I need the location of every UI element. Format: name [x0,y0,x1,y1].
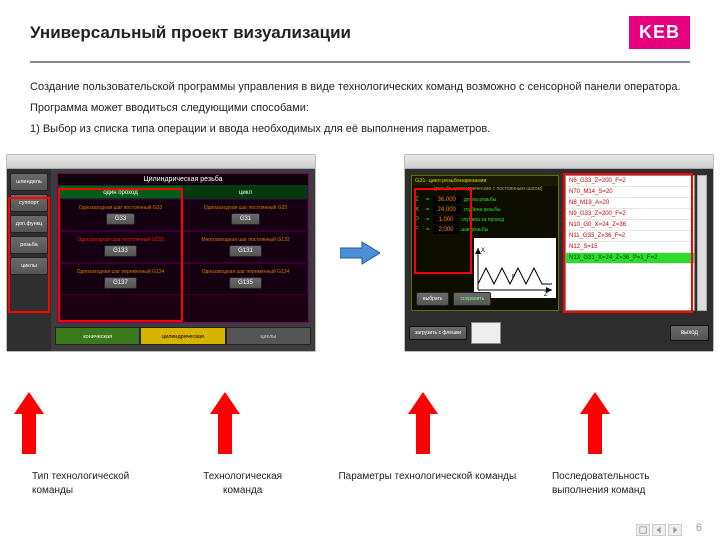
cell-g137-left[interactable]: Однозаходная шаг переменный G134 G137 [58,263,183,295]
code-line[interactable]: N70_M14_S=20 [566,187,694,198]
gcode-button-g131[interactable]: G131 [229,245,262,257]
code-line[interactable]: N10_G0_X=24_Z=36 [566,220,694,231]
thread-panel-title: Цилиндрическая резьба [58,174,308,185]
callout-arrow-3 [408,392,438,459]
param-desc: длина резьбы [464,197,496,203]
cell-label: Многозаходная шаг постоянный G133 [201,237,289,243]
cell-label: Однозаходная шаг постоянный G33 [204,205,287,211]
gcode-button-g31[interactable]: G31 [231,213,260,225]
sidebar-item-extra[interactable]: доп.функц [10,215,48,233]
callout-arrow-1 [14,392,44,459]
svg-text:X: X [481,248,485,254]
caption-parameters: Параметры технологической команды [337,470,517,497]
param-letter: P [415,217,423,223]
tab-cycles[interactable]: циклы [226,327,311,345]
sidebar-item-support[interactable]: суппорт [10,194,48,212]
param-desc: глубина за проход [462,217,504,223]
param-letter: F [415,227,423,233]
cell-g33-left[interactable]: Однозаходная шаг постоянный G33 G33 [58,199,183,231]
param-value-input[interactable]: 1,000 [433,216,459,224]
tab-cylindrical[interactable]: цилиндрическая [140,327,225,345]
callout-arrow-4 [580,392,610,459]
code-line[interactable]: N12_S=15 [566,242,694,253]
cell-label: Однозаходная шаг переменный G134 [202,269,290,275]
param-value-input[interactable]: 2,000 [433,226,459,234]
thread-panel: Цилиндрическая резьба один проход цикл О… [57,173,309,323]
param-row-z: Z= 36,000 длина резьбы [415,196,555,204]
g31-panel-subtitle: (резьба цилиндрическая с постоянным шаго… [412,186,558,194]
column-head-single-pass: один проход [58,185,183,199]
param-value-input[interactable]: 36,000 [433,196,461,204]
param-letter: X [415,207,423,213]
save-button[interactable]: сохранить [453,292,491,306]
nav-prev-button[interactable] [652,524,666,536]
param-row-x: X= 24,000 глубина резьбы [415,206,555,214]
sidebar-item-cycles[interactable]: циклы [10,257,48,275]
cell-label: Однозаходная шаг переменный G134 [77,269,165,275]
svg-text:Z: Z [544,292,548,298]
column-head-cycle: цикл [183,185,308,199]
gcode-button-g135[interactable]: G135 [229,277,262,289]
code-line[interactable]: N6_G33_Z=200_F=2 [566,176,694,187]
code-line[interactable]: N8_M19_A=20 [566,198,694,209]
sidebar-item-thread[interactable]: резьба [10,236,48,254]
callout-arrow-2 [210,392,240,459]
cell-g135-right[interactable]: Однозаходная шаг переменный G134 G135 [183,263,308,295]
gcode-button-g33[interactable]: G33 [106,213,135,225]
caption-sequence: Последовательность выполнения команд [552,470,702,497]
param-desc: шаг резьбы [462,227,489,233]
load-from-usb-button[interactable]: загрузить с флешки [409,326,467,340]
cell-g31-right[interactable]: Однозаходная шаг постоянный G33 G31 [183,199,308,231]
param-letter: Z [415,197,423,203]
gcode-button-g133[interactable]: G133 [104,245,137,257]
tab-conical[interactable]: коническая [55,327,140,345]
scrollbar[interactable] [697,175,707,311]
flow-arrow-icon [339,240,381,266]
cell-label: Однозаходная шаг постоянный G133 [77,237,163,243]
header-divider [30,61,690,63]
cell-g133-left[interactable]: Однозаходная шаг постоянный G133 G133 [58,231,183,263]
intro-paragraph-3: 1) Выбор из списка типа операции и ввода… [30,119,690,140]
cell-g131-right[interactable]: Многозаходная шаг постоянный G133 G131 [183,231,308,263]
code-line-selected[interactable]: N13_G31_X=24_Z=36_P=1_F=2 [566,253,694,264]
screenshot-left-window: шпиндель суппорт доп.функц резьба циклы … [6,154,316,352]
command-type-sidebar: шпиндель суппорт доп.функц резьба циклы [7,169,51,351]
caption-command: Технологическая команда [183,470,303,497]
sidebar-item-spindle[interactable]: шпиндель [10,173,48,191]
nav-next-button[interactable] [668,524,682,536]
caption-command-type: Тип технологической команды [18,470,148,497]
param-desc: глубина резьбы [464,207,501,213]
window-titlebar [7,155,315,169]
cell-label: Однозаходная шаг постоянный G33 [79,205,162,211]
param-value-input[interactable]: 24,000 [433,206,461,214]
param-row-p: P= 1,000 глубина за проход [415,216,555,224]
page-title: Универсальный проект визуализации [30,23,351,43]
program-code-list[interactable]: N6_G33_Z=200_F=2 N70_M14_S=20 N8_M19_A=2… [565,175,695,311]
g31-params-panel: G31- цикл резьбонарезания (резьба цилинд… [411,175,559,311]
select-button[interactable]: выбрать [416,292,449,306]
gcode-button-g137[interactable]: G137 [104,277,137,289]
window-titlebar [405,155,713,169]
param-row-f: F= 2,000 шаг резьбы [415,226,555,234]
thread-diagram: Z X P [474,238,556,298]
nav-home-button[interactable] [636,524,650,536]
intro-paragraph-2: Программа может вводиться следующими спо… [30,98,690,119]
code-line[interactable]: N9_G33_Z=200_F=2 [566,209,694,220]
brand-logo: KEB [629,16,690,49]
g31-panel-title: G31- цикл резьбонарезания [412,176,558,186]
intro-paragraph-1: Создание пользовательской программы упра… [30,77,690,98]
screenshot-right-window: G31- цикл резьбонарезания (резьба цилинд… [404,154,714,352]
exit-button[interactable]: выход [670,325,709,341]
keypad-icon[interactable] [471,322,501,344]
code-line[interactable]: N11_G33_Z=36_F=2 [566,231,694,242]
page-number: 6 [696,522,702,534]
